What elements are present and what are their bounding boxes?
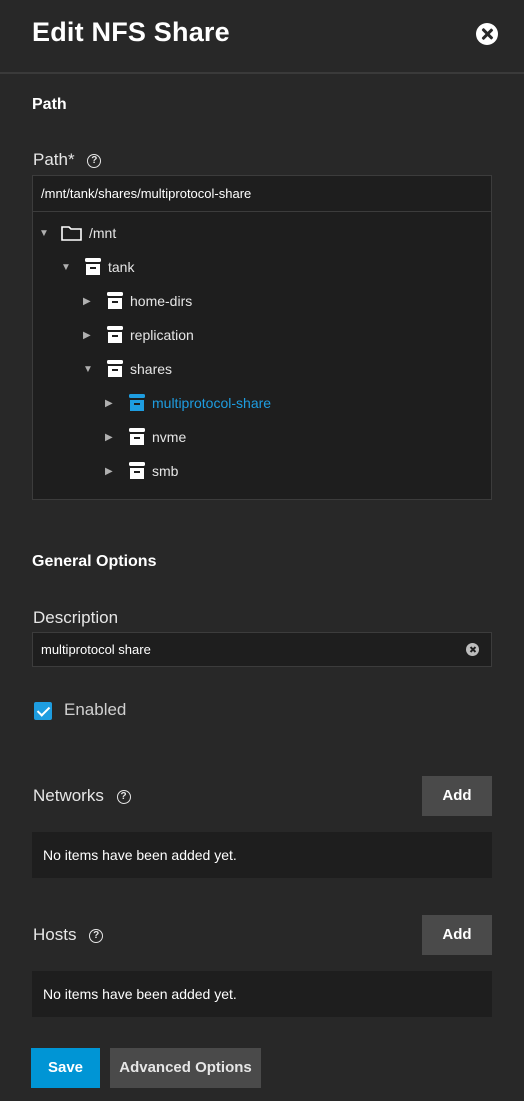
expand-arrow-icon[interactable]: ▼	[61, 262, 71, 273]
enabled-label[interactable]: Enabled	[64, 700, 126, 720]
dataset-icon	[107, 292, 123, 309]
hosts-label: Hosts ?	[33, 925, 104, 945]
expand-arrow-icon[interactable]: ▼	[39, 228, 49, 239]
networks-label-text: Networks	[33, 786, 104, 805]
collapse-arrow-icon[interactable]: ▶	[105, 398, 115, 409]
tree-node-smb[interactable]: ▶ smb	[105, 459, 178, 483]
networks-label: Networks ?	[33, 786, 131, 806]
clear-icon[interactable]	[466, 643, 479, 656]
tree-node-label: shares	[130, 361, 173, 377]
advanced-options-button[interactable]: Advanced Options	[110, 1048, 261, 1088]
dataset-icon	[129, 462, 145, 479]
dialog-title: Edit NFS Share	[32, 17, 230, 47]
collapse-arrow-icon[interactable]: ▶	[83, 296, 93, 307]
path-label-text: Path	[33, 150, 68, 169]
collapse-arrow-icon[interactable]: ▶	[105, 466, 115, 477]
tree-node-label: smb	[152, 463, 179, 479]
help-icon[interactable]: ?	[87, 153, 102, 168]
tree-node-tank[interactable]: ▼ tank	[61, 255, 134, 279]
dataset-icon	[85, 258, 101, 275]
tree-node-multiprotocol-share[interactable]: ▶ multiprotocol-share	[105, 391, 271, 415]
dataset-icon	[129, 394, 145, 411]
tree-node-label: multiprotocol-share	[152, 395, 272, 411]
tree-node-label: tank	[108, 259, 135, 275]
path-input[interactable]: /mnt/tank/shares/multiprotocol-share	[32, 175, 492, 212]
dataset-icon	[107, 326, 123, 343]
path-tree: ▼ /mnt ▼ tank ▶ home-dirs ▶ replication …	[32, 211, 492, 500]
hosts-empty-message: No items have been added yet.	[32, 971, 492, 1017]
general-options-title: General Options	[32, 553, 157, 570]
collapse-arrow-icon[interactable]: ▶	[83, 330, 93, 341]
tree-node-label: /mnt	[89, 225, 117, 241]
tree-node-shares[interactable]: ▼ shares	[83, 357, 172, 381]
tree-node-label: nvme	[152, 429, 187, 445]
help-icon[interactable]: ?	[116, 789, 131, 804]
save-button[interactable]: Save	[31, 1048, 100, 1088]
hosts-label-text: Hosts	[33, 925, 77, 944]
tree-node-mnt[interactable]: ▼ /mnt	[39, 221, 116, 245]
tree-node-replication[interactable]: ▶ replication	[83, 323, 194, 347]
expand-arrow-icon[interactable]: ▼	[83, 364, 93, 375]
path-section-title: Path	[32, 96, 67, 113]
folder-icon	[61, 226, 82, 241]
description-label: Description	[33, 608, 119, 627]
dataset-icon	[129, 428, 145, 445]
dataset-icon	[107, 360, 123, 377]
enabled-checkbox[interactable]	[34, 702, 52, 720]
tree-node-nvme[interactable]: ▶ nvme	[105, 425, 186, 449]
path-label: Path* ?	[33, 150, 102, 170]
tree-node-label: replication	[130, 327, 194, 343]
add-host-button[interactable]: Add	[422, 915, 492, 955]
help-icon[interactable]: ?	[89, 928, 104, 943]
close-icon[interactable]	[476, 23, 498, 45]
add-network-button[interactable]: Add	[422, 776, 492, 816]
description-input[interactable]: multiprotocol share	[32, 632, 492, 667]
dialog-header: Edit NFS Share	[0, 0, 524, 74]
networks-empty-message: No items have been added yet.	[32, 832, 492, 878]
tree-node-home-dirs[interactable]: ▶ home-dirs	[83, 289, 192, 313]
tree-node-label: home-dirs	[130, 293, 193, 309]
collapse-arrow-icon[interactable]: ▶	[105, 432, 115, 443]
required-mark: *	[67, 150, 75, 169]
